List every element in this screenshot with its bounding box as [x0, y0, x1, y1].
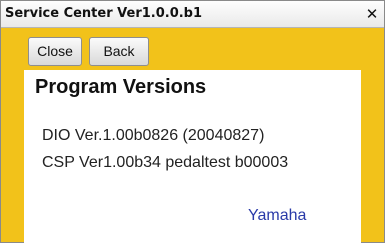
close-icon[interactable]: ✕	[364, 6, 380, 22]
close-button[interactable]: Close	[28, 37, 82, 66]
back-button[interactable]: Back	[89, 37, 149, 66]
yamaha-brand-text: Yamaha	[248, 207, 307, 224]
csp-version-text: CSP Ver1.00b34 pedaltest b00003	[42, 154, 289, 171]
service-center-window: Service Center Ver1.0.0.b1 ✕ Close Back …	[0, 0, 385, 244]
panel-title: Program Versions	[35, 76, 207, 98]
window-title: Service Center Ver1.0.0.b1	[5, 6, 203, 21]
program-versions-panel: Program Versions DIO Ver.1.00b0826 (2004…	[24, 70, 361, 244]
dio-version-text: DIO Ver.1.00b0826 (20040827)	[42, 127, 265, 144]
title-bar[interactable]: Service Center Ver1.0.0.b1 ✕	[1, 1, 384, 28]
